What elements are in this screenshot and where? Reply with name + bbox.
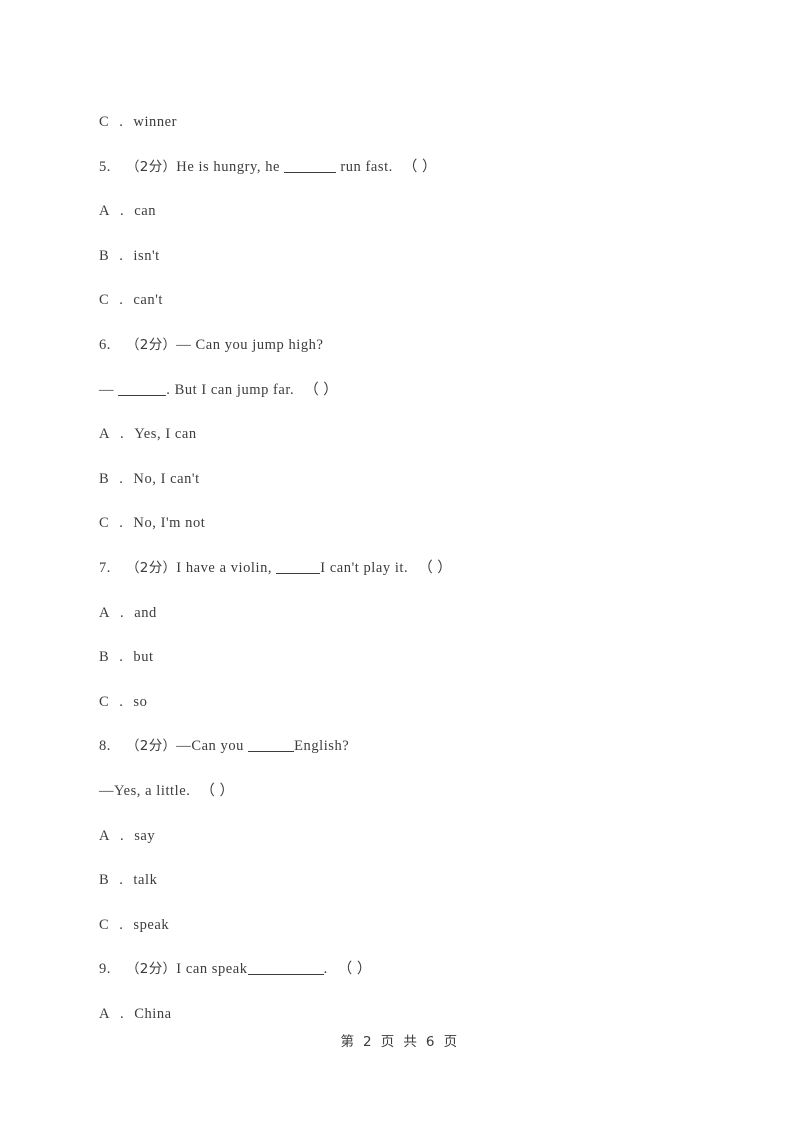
question-row: 7. （2分）I have a violin, I can't play it. （… [99, 546, 719, 591]
option-row: B. talk [99, 858, 719, 903]
question-text-post: I can't play it. [320, 559, 409, 576]
option-text: China [134, 1005, 172, 1022]
option-row: C. so [99, 680, 719, 725]
question-text-post: English? [294, 738, 350, 755]
question-row: 8. （2分）—Can you English? [99, 724, 719, 769]
question-score: （2分） [126, 961, 177, 978]
question-number: 9. [99, 961, 111, 978]
page-footer: 第 2 页 共 6 页 [340, 1034, 460, 1050]
question-number: 6. [99, 336, 111, 353]
option-row: C. speak [99, 903, 719, 948]
option-letter: A [99, 203, 111, 220]
answer-bracket: （ ） [200, 782, 235, 799]
option-letter: C [99, 292, 110, 309]
option-text: Yes, I can [134, 426, 197, 443]
question-number: 8. [99, 738, 111, 755]
question-row: 9. （2分）I can speak. （ ） [99, 947, 719, 992]
question-score: （2分） [126, 336, 177, 353]
option-letter: C [99, 693, 110, 710]
option-separator: . [119, 247, 124, 264]
option-row: C. No, I'm not [99, 501, 719, 546]
fill-in-blank [248, 738, 295, 753]
question-continuation-row: — . But I can jump far. （ ） [99, 368, 719, 413]
option-separator: . [119, 515, 124, 532]
option-row: A. say [99, 814, 719, 859]
option-text: can [134, 203, 156, 220]
option-row: A. and [99, 591, 719, 636]
option-separator: . [120, 203, 125, 220]
option-text: speak [133, 916, 170, 933]
option-text: isn't [133, 247, 160, 264]
question-continuation-row: —Yes, a little. （ ） [99, 769, 719, 814]
question-text-post: . But I can jump far. [166, 381, 295, 398]
option-letter: C [99, 916, 110, 933]
option-row: C. can't [99, 278, 719, 323]
question-list: C. winner 5. （2分）He is hungry, he run fast… [99, 100, 719, 1036]
option-text: winner [133, 114, 177, 130]
option-separator: . [119, 872, 124, 889]
option-letter: C [99, 114, 110, 130]
option-text: can't [133, 292, 163, 309]
option-row: A. can [99, 189, 719, 234]
question-text-post: run fast. [340, 158, 393, 175]
option-separator: . [120, 1005, 125, 1022]
option-letter: B [99, 649, 110, 666]
option-text: No, I'm not [133, 515, 206, 532]
option-separator: . [119, 916, 124, 933]
option-row: B. but [99, 635, 719, 680]
option-row: C. winner [99, 100, 719, 145]
dialogue-answer: —Yes, a little. [99, 782, 191, 799]
option-text: talk [133, 872, 158, 889]
option-letter: B [99, 872, 110, 889]
question-row: 5. （2分）He is hungry, he run fast. （ ） [99, 145, 719, 190]
question-text-pre: —Can you [176, 738, 244, 755]
option-letter: B [99, 247, 110, 264]
question-text-pre: I have a violin, [176, 559, 273, 576]
option-letter: B [99, 470, 110, 487]
question-number: 5. [99, 158, 111, 175]
answer-bracket: （ ） [304, 381, 339, 398]
question-text-pre: — Can you jump high? [176, 336, 324, 353]
option-separator: . [119, 114, 124, 130]
option-text: so [133, 693, 148, 710]
fill-in-blank [247, 961, 324, 976]
question-number: 7. [99, 559, 111, 576]
option-separator: . [120, 827, 125, 844]
question-row: 6. （2分）— Can you jump high? [99, 323, 719, 368]
question-score: （2分） [126, 738, 177, 755]
option-text: No, I can't [133, 470, 200, 487]
option-row: B. isn't [99, 234, 719, 279]
exam-paper-page: C. winner 5. （2分）He is hungry, he run fast… [0, 0, 800, 1132]
option-row: B. No, I can't [99, 457, 719, 502]
option-letter: A [99, 604, 111, 621]
option-separator: . [120, 604, 125, 621]
option-text: say [134, 827, 156, 844]
answer-bracket: （ ） [418, 559, 453, 576]
question-text-post: . [323, 961, 328, 978]
answer-bracket: （ ） [402, 158, 437, 175]
option-row: A. Yes, I can [99, 412, 719, 457]
dialogue-dash: — [99, 381, 115, 398]
option-letter: C [99, 515, 110, 532]
option-letter: A [99, 827, 111, 844]
option-separator: . [119, 470, 124, 487]
fill-in-blank [276, 560, 321, 574]
option-text: and [134, 604, 157, 621]
question-text-pre: He is hungry, he [176, 158, 280, 175]
option-separator: . [119, 693, 124, 710]
option-separator: . [119, 649, 124, 666]
option-letter: A [99, 426, 111, 443]
answer-bracket: （ ） [337, 961, 372, 978]
fill-in-blank [118, 382, 167, 396]
option-separator: . [120, 426, 125, 443]
question-text-pre: I can speak [176, 961, 248, 978]
question-score: （2分） [126, 158, 177, 175]
option-separator: . [119, 292, 124, 309]
option-text: but [133, 649, 154, 666]
fill-in-blank [284, 159, 337, 173]
question-score: （2分） [126, 559, 177, 576]
